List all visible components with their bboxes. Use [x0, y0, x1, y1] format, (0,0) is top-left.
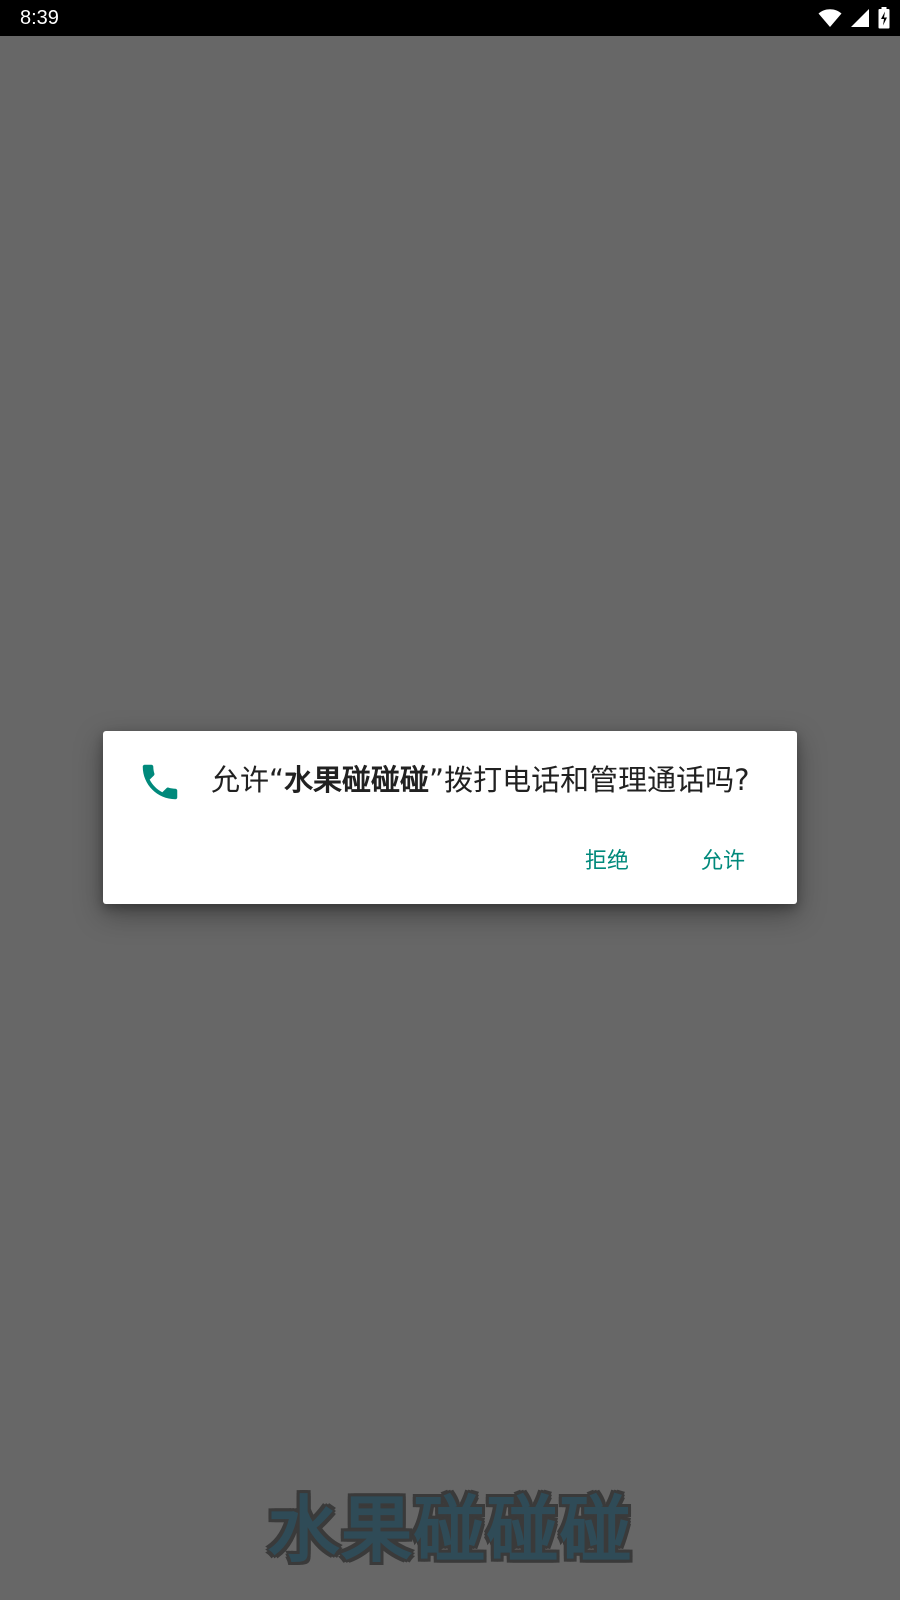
screen: 8:39 水果碰碰碰 允许“水果碰碰碰”拨打电话和管理通话吗? 拒绝 允许: [0, 0, 900, 1600]
status-icons: [818, 7, 890, 29]
allow-button[interactable]: 允许: [677, 838, 769, 886]
status-bar: 8:39: [0, 0, 900, 36]
permission-dialog: 允许“水果碰碰碰”拨打电话和管理通话吗? 拒绝 允许: [103, 731, 797, 904]
phone-icon: [137, 759, 183, 805]
app-splash-title: 水果碰碰碰: [267, 1488, 633, 1572]
status-time: 8:39: [20, 7, 59, 29]
battery-charging-icon: [878, 7, 890, 29]
dialog-actions: 拒绝 允许: [561, 838, 797, 886]
cellular-signal-icon: [850, 8, 870, 28]
deny-button[interactable]: 拒绝: [561, 838, 653, 886]
message-prefix: 允许“: [211, 763, 285, 797]
dialog-message: 允许“水果碰碰碰”拨打电话和管理通话吗?: [211, 759, 771, 801]
wifi-icon: [818, 8, 842, 28]
app-name: 水果碰碰碰: [284, 763, 430, 797]
message-suffix: ”拨打电话和管理通话吗?: [429, 763, 750, 797]
